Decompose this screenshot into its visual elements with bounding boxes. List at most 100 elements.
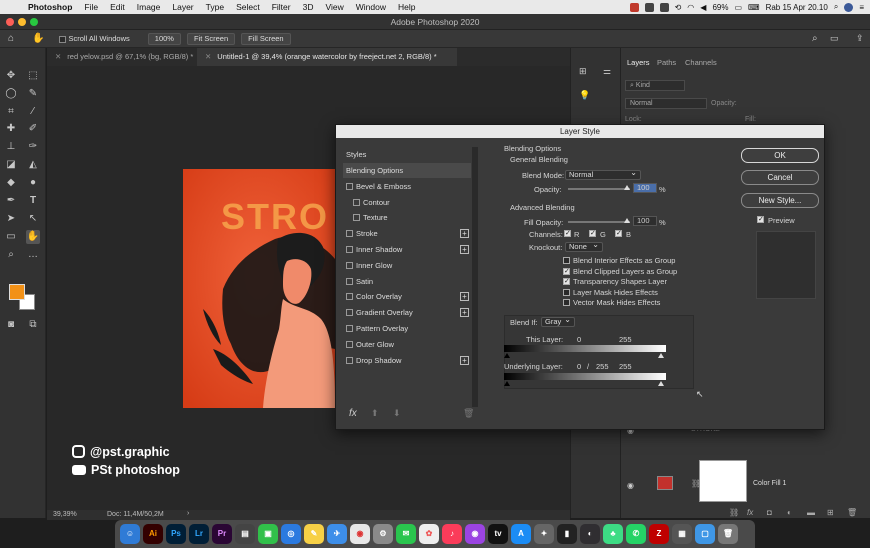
- style-checkbox[interactable]: [346, 293, 353, 301]
- scroll-all-checkbox[interactable]: Scroll All Windows: [58, 34, 130, 43]
- bucket-tool-icon[interactable]: ◭: [26, 158, 40, 172]
- search-icon[interactable]: ⌕: [812, 33, 818, 44]
- clock[interactable]: Rab 15 Apr 20.10: [766, 3, 828, 12]
- style-checkbox[interactable]: [346, 182, 353, 190]
- fill-opacity-slider[interactable]: [568, 221, 630, 223]
- menu-file[interactable]: File: [78, 2, 104, 12]
- history-icon[interactable]: ⟲: [675, 3, 682, 12]
- menu-view[interactable]: View: [319, 2, 349, 12]
- status-icon[interactable]: [659, 2, 669, 12]
- knockout-select[interactable]: None: [565, 241, 603, 252]
- status-icon[interactable]: [644, 2, 654, 12]
- add-mask-icon[interactable]: ◘: [767, 508, 772, 517]
- marquee-tool-icon[interactable]: ⬚: [26, 69, 40, 83]
- workspace-icon[interactable]: ▭: [830, 33, 839, 44]
- hand-tool-icon[interactable]: ✋: [26, 230, 40, 244]
- style-item[interactable]: Gradient Overlay +: [343, 305, 471, 320]
- eyedropper-tool-icon[interactable]: ⁄: [26, 105, 40, 119]
- learn-panel-icon[interactable]: 💡: [579, 90, 590, 101]
- battery-percent[interactable]: 69%: [712, 3, 728, 12]
- music-icon[interactable]: ♪: [442, 524, 462, 544]
- crop-tool-icon[interactable]: ⌗: [4, 105, 18, 119]
- advanced-option-checkbox[interactable]: [563, 257, 570, 264]
- pen-tool-icon[interactable]: ✒: [4, 194, 18, 208]
- settings-icon[interactable]: ⚙: [373, 524, 393, 544]
- menu-help[interactable]: Help: [392, 2, 421, 12]
- eraser-tool-icon[interactable]: ◪: [4, 158, 18, 172]
- styles-header[interactable]: Styles: [343, 147, 471, 162]
- kind-filter[interactable]: ⌕ Kind: [625, 80, 685, 91]
- close-icon[interactable]: ✕: [55, 52, 61, 61]
- menu-window[interactable]: Window: [350, 2, 392, 12]
- style-checkbox[interactable]: [346, 230, 353, 238]
- style-checkbox[interactable]: [346, 340, 353, 348]
- style-checkbox[interactable]: [346, 277, 353, 285]
- add-effect-icon[interactable]: +: [460, 229, 469, 239]
- style-item[interactable]: Color Overlay +: [343, 289, 471, 304]
- channel-r-checkbox[interactable]: ✓: [564, 230, 571, 237]
- control-center-icon[interactable]: ≡: [859, 3, 864, 12]
- fill-layer-name[interactable]: Color Fill 1: [753, 480, 786, 487]
- move-down-icon[interactable]: ⬇: [393, 408, 401, 419]
- move-tool-icon[interactable]: ✥: [4, 69, 18, 83]
- style-item[interactable]: Drop Shadow +: [343, 353, 471, 368]
- ok-button[interactable]: OK: [741, 148, 819, 163]
- obs-icon[interactable]: ◐: [580, 524, 600, 544]
- chrome-icon[interactable]: ◉: [350, 524, 370, 544]
- screen-mode-icon[interactable]: ⧉: [26, 318, 40, 332]
- messages-icon[interactable]: ✉: [396, 524, 416, 544]
- add-effect-icon[interactable]: +: [460, 245, 469, 254]
- quick-select-tool-icon[interactable]: ✎: [26, 87, 40, 101]
- path-select-tool-icon[interactable]: ➤: [4, 212, 18, 226]
- style-item[interactable]: Texture: [343, 210, 471, 225]
- fx-icon[interactable]: fx: [747, 508, 753, 517]
- add-effect-icon[interactable]: +: [460, 355, 469, 365]
- style-item[interactable]: Inner Glow: [343, 258, 471, 273]
- menu-image[interactable]: Image: [131, 2, 167, 12]
- style-checkbox[interactable]: [346, 261, 353, 269]
- menu-select[interactable]: Select: [230, 2, 266, 12]
- style-checkbox[interactable]: [346, 325, 353, 332]
- new-group-icon[interactable]: ▬: [807, 508, 815, 517]
- fill-opacity-slider-thumb[interactable]: [624, 218, 630, 223]
- safari-icon[interactable]: ◎: [281, 524, 301, 544]
- move-up-icon[interactable]: ⬆: [371, 408, 379, 419]
- launchpad-icon[interactable]: ✦: [534, 524, 554, 544]
- history-panel-icon[interactable]: ⊞: [579, 66, 587, 77]
- style-item[interactable]: Satin: [343, 274, 471, 289]
- history-brush-icon[interactable]: ✑: [26, 140, 40, 154]
- advanced-option-checkbox[interactable]: ✓: [563, 278, 570, 286]
- advanced-option-checkbox[interactable]: ✓: [563, 267, 570, 275]
- blur-tool-icon[interactable]: ◆: [4, 176, 18, 190]
- style-checkbox[interactable]: [346, 246, 353, 253]
- tab-paths[interactable]: Paths: [657, 58, 676, 67]
- notes-icon[interactable]: ✎: [304, 524, 324, 544]
- style-item[interactable]: Contour: [343, 195, 471, 210]
- whatsapp-icon[interactable]: ✆: [626, 524, 646, 544]
- style-checkbox[interactable]: [353, 198, 360, 206]
- android-icon[interactable]: ♣: [603, 524, 623, 544]
- add-effect-icon[interactable]: +: [460, 308, 469, 318]
- quick-mask-icon[interactable]: ◙: [4, 318, 18, 332]
- premiere-icon[interactable]: Pr: [212, 524, 232, 544]
- advanced-option-checkbox[interactable]: [563, 299, 570, 307]
- underlying-gradient[interactable]: [504, 373, 666, 380]
- channel-b-checkbox[interactable]: ✓: [615, 230, 622, 237]
- menu-layer[interactable]: Layer: [166, 2, 199, 12]
- link-layers-icon[interactable]: ⛓: [729, 508, 739, 517]
- home-icon[interactable]: ⌂: [8, 33, 14, 44]
- tab-untitled-1[interactable]: ✕ Untitled-1 @ 39,4% (orange watercolor b…: [197, 48, 457, 66]
- style-item[interactable]: Outer Glow: [343, 337, 471, 352]
- menu-type[interactable]: Type: [200, 2, 230, 12]
- layer-mask-thumbnail[interactable]: [699, 460, 747, 502]
- styles-scrollbar[interactable]: [472, 147, 478, 407]
- menu-filter[interactable]: Filter: [266, 2, 297, 12]
- status-menu-icon[interactable]: ›: [187, 510, 189, 517]
- add-effect-icon[interactable]: +: [460, 292, 469, 302]
- type-tool-icon[interactable]: T: [26, 194, 40, 208]
- zoom-100-button[interactable]: 100%: [147, 32, 181, 45]
- channel-g-checkbox[interactable]: ✓: [589, 230, 596, 237]
- trash-icon[interactable]: 🗑: [718, 524, 738, 544]
- underlying-white-slider[interactable]: [658, 381, 664, 386]
- new-layer-icon[interactable]: ⊞: [827, 508, 834, 517]
